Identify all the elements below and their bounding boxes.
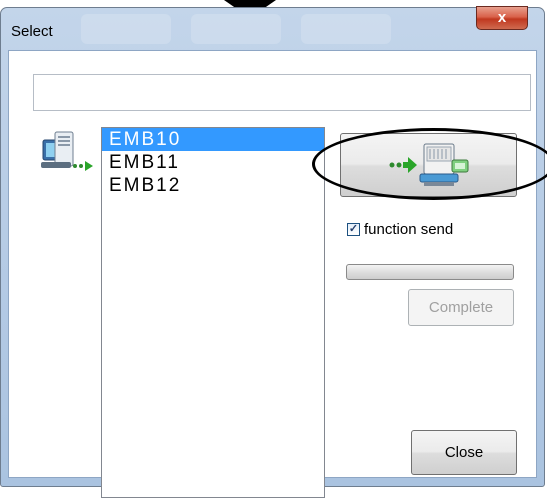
list-item[interactable]: EMB12 <box>102 174 324 197</box>
dialog-body: EMB10 EMB11 EMB12 ✓ function send Comple… <box>8 50 547 498</box>
file-listbox[interactable]: EMB10 EMB11 EMB12 <box>101 127 325 498</box>
function-send-label: function send <box>364 221 454 238</box>
title-bar[interactable]: Select x <box>1 6 544 56</box>
computer-icon <box>41 130 97 178</box>
list-item[interactable]: EMB10 <box>102 128 324 151</box>
list-item[interactable]: EMB11 <box>102 151 324 174</box>
send-to-embroidery-machine-icon <box>389 143 469 186</box>
background-blur <box>191 14 281 44</box>
window-close-button[interactable]: x <box>476 6 528 30</box>
window-title: Select <box>11 23 53 40</box>
close-button[interactable]: Close <box>411 430 517 475</box>
progress-bar <box>346 264 514 280</box>
background-blur <box>81 14 171 44</box>
select-dialog: Select x EMB10 EMB11 EMB12 ✓ function se… <box>0 6 547 498</box>
path-field[interactable] <box>33 74 531 111</box>
background-blur <box>301 14 391 44</box>
send-button[interactable] <box>340 133 517 197</box>
check-icon[interactable]: ✓ <box>347 223 360 236</box>
function-send-checkbox[interactable]: ✓ function send <box>347 221 453 238</box>
complete-button[interactable]: Complete <box>408 289 514 326</box>
